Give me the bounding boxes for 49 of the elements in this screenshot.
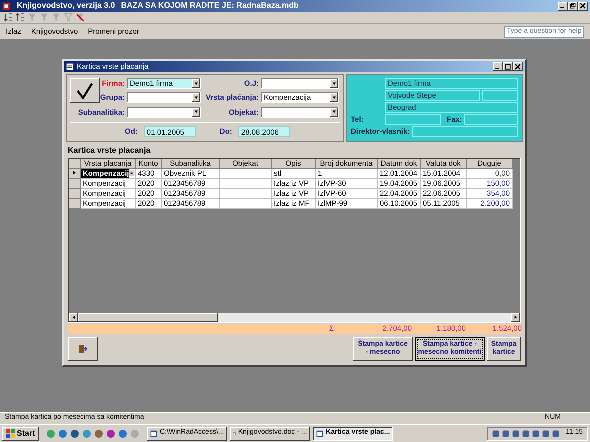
dropdown-arrow-icon[interactable]: [194, 82, 198, 86]
checkmark-icon: [75, 82, 95, 100]
sort-descending-icon[interactable]: [16, 13, 25, 22]
sort-ascending-icon[interactable]: [4, 13, 13, 22]
window-icon: [150, 430, 158, 438]
table-cell: [220, 188, 272, 198]
minimize-button[interactable]: [493, 62, 503, 71]
minimize-button[interactable]: [558, 2, 568, 10]
fax-field: [464, 114, 518, 126]
window-title: Knjigovodstvo, verzija 3.0: [17, 0, 116, 12]
maximize-icon: [505, 64, 511, 70]
dropdown-arrow-icon[interactable]: [332, 96, 336, 100]
close-button[interactable]: [513, 62, 523, 71]
start-button[interactable]: Start: [2, 426, 40, 440]
current-row-arrow-icon: [72, 170, 77, 176]
close-icon: [580, 3, 586, 9]
dropdown-arrow-icon[interactable]: [332, 110, 336, 114]
remove-filter-icon[interactable]: [76, 13, 85, 22]
form-icon: [66, 62, 74, 70]
restore-icon: [570, 3, 576, 9]
windows-logo-icon: [6, 429, 15, 438]
row-selector[interactable]: [69, 168, 81, 178]
table-cell: [220, 178, 272, 188]
scroll-right-icon: [514, 314, 518, 320]
scroll-left-icon: [72, 314, 76, 320]
subform-title: Kartica vrste placanja: [67, 144, 152, 157]
tel-field: [385, 114, 441, 126]
combo-field[interactable]: [127, 106, 201, 118]
combo-field[interactable]: [261, 78, 339, 90]
dropdown-arrow-icon[interactable]: [332, 82, 336, 86]
close-button[interactable]: [578, 2, 588, 10]
restore-button[interactable]: [568, 2, 578, 10]
address-number-field: [482, 90, 518, 101]
maximize-button[interactable]: [503, 62, 513, 71]
database-label: BAZA SA KOJOM RADITE JE: RadnaBaza.mdb: [121, 0, 299, 12]
exit-button[interactable]: [68, 336, 98, 360]
combo-field[interactable]: [127, 92, 201, 104]
dropdown-arrow-icon[interactable]: [194, 110, 198, 114]
window-icon: [316, 430, 324, 438]
exit-door-icon: [78, 344, 88, 354]
app-icon: [2, 2, 11, 10]
close-icon: [515, 64, 521, 70]
combo-field[interactable]: [261, 106, 339, 118]
dropdown-arrow-icon[interactable]: [194, 96, 198, 100]
confirm-button[interactable]: [70, 78, 100, 104]
table-cell: [220, 168, 272, 178]
select-all-button[interactable]: [69, 158, 81, 168]
horizontal-scrollbar[interactable]: [69, 312, 520, 322]
table-cell: [220, 198, 272, 208]
